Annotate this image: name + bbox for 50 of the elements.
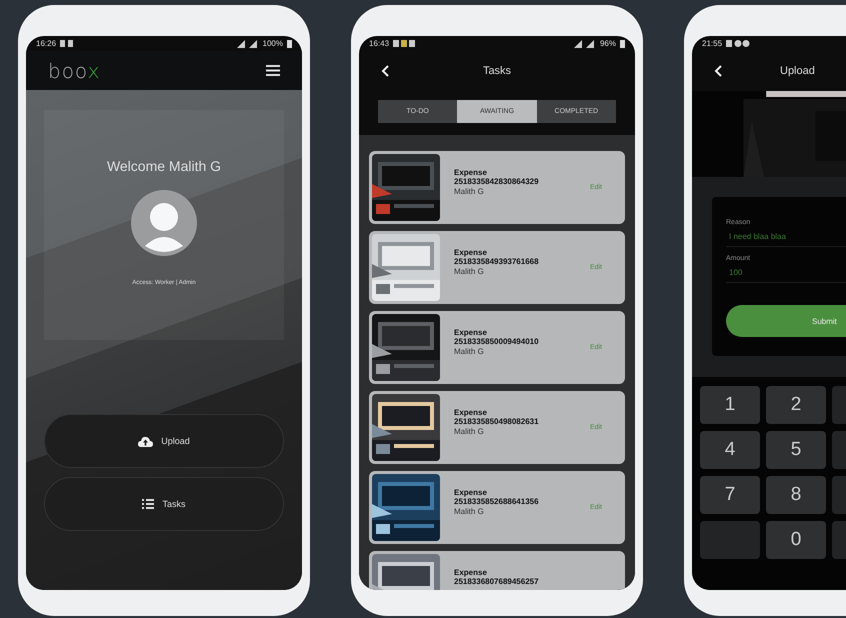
keypad-key[interactable]: 4 xyxy=(700,431,760,469)
task-number: 2518335849393761668 xyxy=(454,257,540,266)
task-author: Malith G xyxy=(454,506,485,517)
keypad-key[interactable]: 0 xyxy=(766,521,826,559)
screen-title: Upload xyxy=(780,65,815,77)
battery-level: 96% xyxy=(600,39,616,48)
task-number: 2518335850009494010 xyxy=(454,337,540,346)
blank-key[interactable] xyxy=(700,521,760,559)
signal-icon xyxy=(574,40,596,48)
notification-icons xyxy=(393,40,418,47)
task-title: Expense xyxy=(454,248,488,257)
task-author: Malith G xyxy=(454,346,485,357)
task-title: Expense xyxy=(454,328,488,337)
keypad-key[interactable]: 5 xyxy=(766,431,826,469)
task-author: Malith G xyxy=(454,186,485,197)
keypad-key[interactable]: 7 xyxy=(700,476,760,514)
notification-icons xyxy=(60,40,74,47)
welcome-title: Welcome Malith G xyxy=(106,158,222,174)
cloud-upload-icon xyxy=(138,436,154,446)
logo: boox xyxy=(48,58,100,82)
status-time: 21:55 xyxy=(702,39,722,48)
keypad-key[interactable]: 2 xyxy=(766,386,826,424)
keypad-key[interactable]: 8 xyxy=(766,476,826,514)
task-author: Malith G xyxy=(454,266,485,277)
screen-title: Tasks xyxy=(482,65,512,77)
task-title: Expense xyxy=(454,568,488,577)
task-number: 2518335852688641356 xyxy=(454,497,540,506)
battery-level: 100% xyxy=(262,39,283,48)
task-number: 2518336807689456257 xyxy=(454,577,540,586)
task-number: 2518335850498082631 xyxy=(454,417,540,426)
status-time: 16:43 xyxy=(369,39,390,48)
task-author: Malith G xyxy=(454,426,485,437)
back-icon[interactable] xyxy=(714,65,722,77)
battery-icon xyxy=(287,40,292,48)
task-number: 2518335842830864329 xyxy=(454,177,540,186)
menu-icon[interactable] xyxy=(266,65,280,76)
signal-icon xyxy=(236,40,259,48)
battery-icon xyxy=(620,40,625,48)
status-time: 16:26 xyxy=(36,39,56,48)
back-icon[interactable] xyxy=(381,65,389,77)
avatar-icon xyxy=(131,190,197,256)
list-icon xyxy=(142,499,154,509)
notification-icons xyxy=(726,40,750,47)
task-title: Expense xyxy=(454,408,488,417)
task-title: Expense xyxy=(454,168,488,177)
upload-button[interactable]: Upload xyxy=(44,414,284,468)
task-card[interactable]: Expense 2518336807689456257 xyxy=(369,551,625,590)
tasks-button[interactable]: Tasks xyxy=(44,477,284,531)
keypad-key[interactable]: 1 xyxy=(700,386,760,424)
task-title: Expense xyxy=(454,488,488,497)
